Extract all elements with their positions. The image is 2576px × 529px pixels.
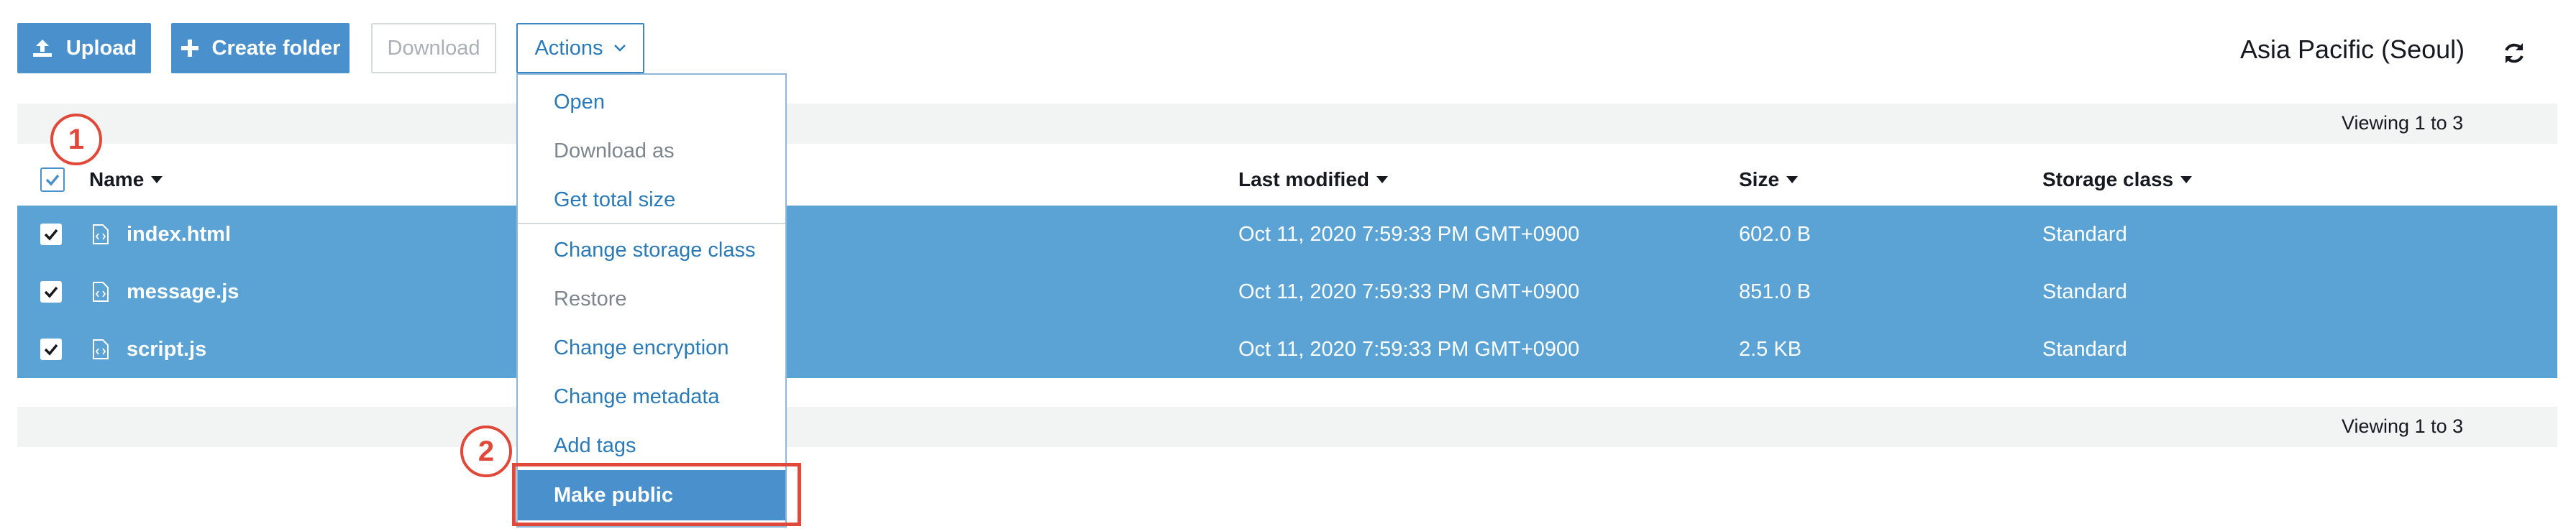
menu-item-change-encryption[interactable]: Change encryption <box>518 323 785 372</box>
upload-button[interactable]: Upload <box>17 23 151 73</box>
create-folder-button[interactable]: Create folder <box>171 23 350 73</box>
menu-item-open[interactable]: Open <box>518 78 785 126</box>
sort-caret-icon <box>151 176 163 183</box>
column-last-modified[interactable]: Last modified <box>1238 152 1389 207</box>
row-checkbox[interactable] <box>40 321 62 378</box>
menu-item-change-storage-class[interactable]: Change storage class <box>518 226 785 275</box>
upload-label: Upload <box>65 36 137 60</box>
table-row[interactable]: script.js Oct 11, 2020 7:59:33 PM GMT+09… <box>17 321 2557 378</box>
refresh-icon[interactable] <box>2501 40 2527 66</box>
file-modified: Oct 11, 2020 7:59:33 PM GMT+0900 <box>1238 337 1580 361</box>
menu-divider <box>518 223 785 224</box>
actions-label: Actions <box>534 36 603 60</box>
actions-button[interactable]: Actions <box>516 23 644 73</box>
file-code-icon <box>92 206 109 263</box>
viewing-count-top: Viewing 1 to 3 <box>2342 112 2464 134</box>
row-checkbox[interactable] <box>40 206 62 263</box>
column-size[interactable]: Size <box>1739 152 1799 207</box>
file-code-icon <box>92 263 109 321</box>
menu-item-restore[interactable]: Restore <box>518 275 785 323</box>
region-label: Asia Pacific (Seoul) <box>2240 34 2465 64</box>
file-code-icon <box>92 321 109 378</box>
file-storage-class: Standard <box>2042 337 2127 361</box>
file-size: 851.0 B <box>1739 280 1811 303</box>
sort-caret-icon <box>1376 176 1389 183</box>
file-name[interactable]: message.js <box>127 263 239 321</box>
download-label: Download <box>387 36 480 60</box>
file-name[interactable]: index.html <box>127 206 231 263</box>
download-button[interactable]: Download <box>371 23 496 73</box>
table-row[interactable]: message.js Oct 11, 2020 7:59:33 PM GMT+0… <box>17 263 2557 322</box>
table-header: Name Last modified Size Storage class <box>17 152 2557 208</box>
plus-icon <box>181 39 199 58</box>
file-storage-class: Standard <box>2042 222 2127 246</box>
file-name[interactable]: script.js <box>127 321 206 378</box>
table-row[interactable]: index.html Oct 11, 2020 7:59:33 PM GMT+0… <box>17 206 2557 264</box>
annotation-badge-2: 2 <box>460 426 512 477</box>
annotation-badge-1: 1 <box>50 114 102 165</box>
chevron-down-icon <box>613 44 626 52</box>
sort-caret-icon <box>1786 176 1799 183</box>
row-checkbox[interactable] <box>40 263 62 321</box>
viewing-count-bottom: Viewing 1 to 3 <box>2342 415 2464 437</box>
pagination-bar-top <box>17 104 2557 144</box>
file-size: 2.5 KB <box>1739 337 1802 361</box>
menu-item-get-total-size[interactable]: Get total size <box>518 175 785 224</box>
sort-caret-icon <box>2180 176 2193 183</box>
column-storage-class[interactable]: Storage class <box>2042 152 2193 207</box>
file-modified: Oct 11, 2020 7:59:33 PM GMT+0900 <box>1238 222 1580 246</box>
pagination-bar-bottom <box>17 407 2557 447</box>
menu-item-download-as[interactable]: Download as <box>518 126 785 175</box>
create-folder-label: Create folder <box>211 36 341 60</box>
actions-menu: Open Download as Get total size Change s… <box>516 73 787 528</box>
upload-icon <box>32 38 53 58</box>
menu-item-change-metadata[interactable]: Change metadata <box>518 372 785 421</box>
file-size: 602.0 B <box>1739 222 1811 246</box>
annotation-highlight-box <box>512 463 801 526</box>
file-modified: Oct 11, 2020 7:59:33 PM GMT+0900 <box>1238 280 1580 303</box>
file-storage-class: Standard <box>2042 280 2127 303</box>
column-name[interactable]: Name <box>89 152 163 207</box>
